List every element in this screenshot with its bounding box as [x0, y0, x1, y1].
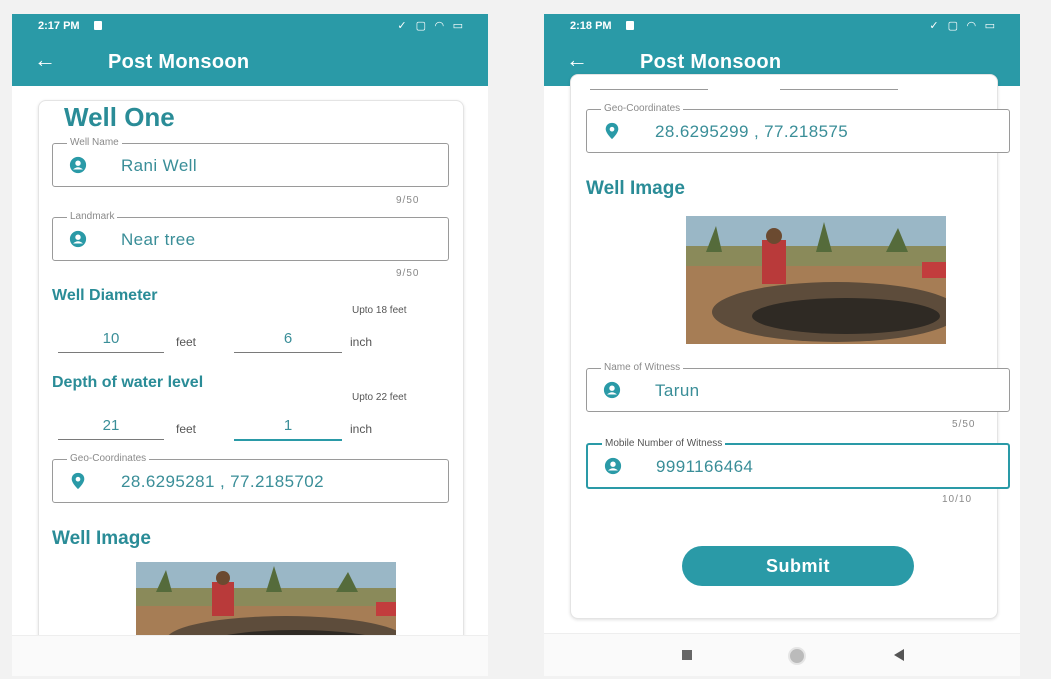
scrolled-input-line [780, 89, 898, 90]
person-icon [69, 156, 87, 174]
witness-name-counter: 5/50 [952, 419, 976, 430]
geo-coordinates-field[interactable]: Geo-Coordinates 28.6295281 , 77.2185702 [52, 453, 449, 503]
depth-limit-note: Upto 22 feet [352, 392, 407, 403]
bottom-nav-bar [12, 635, 488, 676]
witness-name-value: Tarun [655, 381, 700, 400]
landmark-label: Landmark [67, 211, 118, 223]
page-title: Post Monsoon [108, 51, 250, 73]
status-icons: ✓ ▢ ◠ ▭ [929, 20, 998, 32]
notification-icon [626, 21, 634, 30]
depth-feet-input[interactable]: 21 [58, 417, 164, 440]
status-time: 2:17 PM [38, 20, 80, 32]
witness-mobile-field[interactable]: Mobile Number of Witness 9991166464 [586, 438, 1010, 489]
app-bar: ← Post Monsoon [12, 38, 488, 86]
well-name-field[interactable]: Well Name Rani Well [52, 137, 449, 187]
landmark-counter: 9/50 [396, 268, 420, 279]
person-icon [603, 381, 621, 399]
witness-name-field[interactable]: Name of Witness Tarun [586, 362, 1010, 412]
well-form-card [570, 74, 998, 619]
landmark-value: Near tree [121, 230, 196, 249]
diameter-feet-unit: feet [176, 335, 197, 349]
status-bar: 2:18 PM ✓ ▢ ◠ ▭ [544, 14, 1020, 38]
landmark-field[interactable]: Landmark Near tree [52, 211, 449, 261]
depth-inch-input[interactable]: 1 [234, 417, 342, 441]
scrolled-input-line [590, 89, 708, 90]
well-name-counter: 9/50 [396, 195, 420, 206]
depth-inch-unit: inch [350, 422, 373, 436]
arrow-left-icon[interactable]: ← [34, 48, 56, 72]
person-icon [69, 230, 87, 248]
diameter-inch-unit: inch [350, 335, 373, 349]
status-bar: 2:17 PM ✓ ▢ ◠ ▭ [12, 14, 488, 38]
submit-button[interactable]: Submit [682, 546, 914, 586]
diameter-limit-note: Upto 18 feet [352, 305, 407, 316]
witness-mobile-label: Mobile Number of Witness [602, 438, 726, 450]
geo-coordinates-value: 28.6295299 , 77.218575 [655, 122, 849, 141]
bottom-nav-bar [544, 633, 1020, 676]
recent-apps-icon[interactable] [682, 650, 692, 660]
well-image-heading: Well Image [52, 528, 151, 549]
geo-coordinates-label: Geo-Coordinates [601, 103, 684, 115]
back-triangle-icon[interactable] [894, 649, 904, 661]
person-icon [604, 457, 622, 475]
status-time: 2:18 PM [570, 20, 612, 32]
arrow-left-icon[interactable]: ← [566, 48, 588, 72]
witness-name-label: Name of Witness [601, 362, 684, 374]
witness-mobile-counter: 10/10 [942, 494, 973, 505]
geo-coordinates-field[interactable]: Geo-Coordinates 28.6295299 , 77.218575 [586, 103, 1010, 153]
well-diameter-heading: Well Diameter [52, 287, 158, 304]
location-pin-icon [71, 472, 85, 490]
phone-screen-right: 2:18 PM ✓ ▢ ◠ ▭ ← Post Monsoon Geo-Coord… [544, 14, 1020, 676]
card-title: Well One [64, 102, 175, 132]
geo-coordinates-value: 28.6295281 , 77.2185702 [121, 472, 324, 491]
location-pin-icon [605, 122, 619, 140]
well-photo [686, 216, 946, 344]
witness-mobile-value: 9991166464 [656, 457, 754, 476]
phone-screen-left: 2:17 PM ✓ ▢ ◠ ▭ ← Post Monsoon Well One … [12, 14, 488, 676]
geo-coordinates-label: Geo-Coordinates [67, 453, 150, 465]
page-title: Post Monsoon [640, 51, 782, 73]
depth-heading: Depth of water level [52, 374, 204, 391]
home-icon[interactable] [788, 647, 806, 665]
depth-feet-unit: feet [176, 422, 197, 436]
well-name-value: Rani Well [121, 156, 198, 175]
notification-icon [94, 21, 102, 30]
well-name-label: Well Name [67, 137, 122, 149]
status-icons: ✓ ▢ ◠ ▭ [397, 20, 466, 32]
diameter-feet-input[interactable]: 10 [58, 330, 164, 353]
well-image-heading: Well Image [586, 178, 685, 199]
diameter-inch-input[interactable]: 6 [234, 330, 342, 353]
